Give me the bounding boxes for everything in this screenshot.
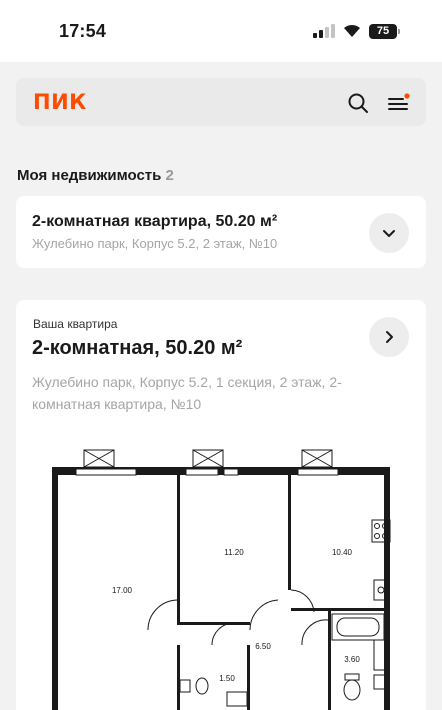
wifi-icon <box>344 24 360 37</box>
chevron-down-icon <box>383 230 395 237</box>
search-icon[interactable] <box>347 92 369 114</box>
apartment-label: Ваша квартира <box>33 317 118 331</box>
property-selector[interactable]: 2-комнатная квартира, 50.20 м² Жулебино … <box>16 196 426 268</box>
room-area-label: 17.00 <box>112 586 133 595</box>
app-header: ПИК <box>16 78 426 126</box>
property-count: 2 <box>165 167 174 184</box>
floorplan-image: 17.00 11.20 10.40 6.50 3.60 1.50 <box>52 449 391 710</box>
status-bar: 17:54 75 <box>0 0 442 62</box>
room-area-label: 10.40 <box>332 548 353 557</box>
battery-level: 75 <box>369 24 397 39</box>
pik-logo[interactable]: ПИК <box>33 90 87 114</box>
section-title-text: Моя недвижимость <box>17 167 162 184</box>
battery-icon: 75 <box>369 24 401 39</box>
apartment-address: Жулебино парк, Корпус 5.2, 1 секция, 2 э… <box>32 374 342 412</box>
property-subtitle: Жулебино парк, Корпус 5.2, 2 этаж, №10 <box>32 236 278 251</box>
expand-button[interactable] <box>369 213 409 253</box>
room-area-label: 1.50 <box>219 674 235 683</box>
room-area-label: 3.60 <box>344 655 360 664</box>
chevron-right-icon <box>386 331 393 343</box>
signal-icon <box>313 24 337 38</box>
apartment-title: 2-комнатная, 50.20 м² <box>32 337 243 359</box>
apartment-card[interactable]: Ваша квартира 2-комнатная, 50.20 м² Жуле… <box>16 300 426 710</box>
section-title: Моя недвижимость 2 <box>17 167 174 184</box>
room-area-label: 11.20 <box>224 548 244 557</box>
room-area-label: 6.50 <box>255 642 271 651</box>
menu-icon[interactable] <box>388 92 410 114</box>
open-apartment-button[interactable] <box>369 317 409 357</box>
property-title: 2-комнатная квартира, 50.20 м² <box>32 213 278 230</box>
status-time: 17:54 <box>59 21 107 41</box>
